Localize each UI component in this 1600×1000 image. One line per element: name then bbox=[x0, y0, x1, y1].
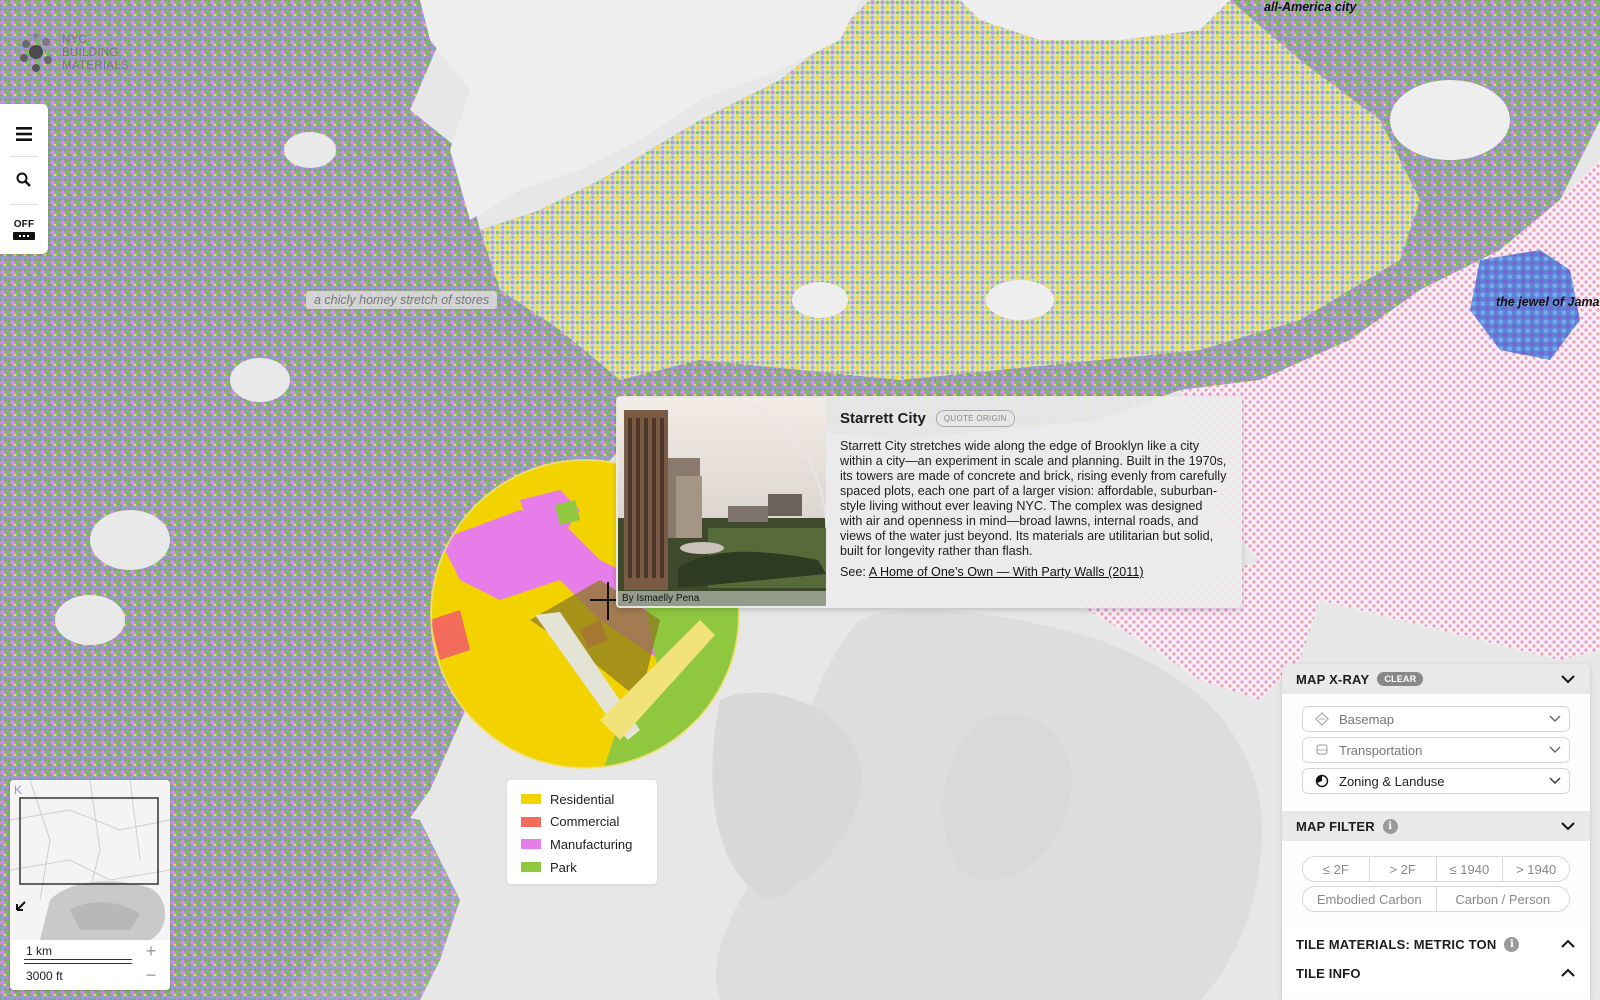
layer-dropdown-basemap[interactable]: Basemap bbox=[1302, 706, 1570, 732]
filter-pill[interactable]: > 2F bbox=[1369, 856, 1437, 882]
quote-origin-button[interactable]: QUOTE ORIGIN bbox=[935, 410, 1015, 427]
popup-title-row: Starrett City QUOTE ORIGIN bbox=[840, 410, 1228, 427]
map-xray-header[interactable]: MAP X-RAY CLEAR bbox=[1282, 664, 1590, 694]
map-quote-label[interactable]: all-America city bbox=[1256, 0, 1364, 16]
filter-pill-row: ≤ 2F > 2F ≤ 1940 > 1940 bbox=[1302, 856, 1570, 882]
popup-title: Starrett City bbox=[840, 410, 926, 427]
legend-item-park: Park bbox=[521, 856, 643, 879]
see-link[interactable]: A Home of One’s Own — With Party Walls (… bbox=[869, 565, 1144, 579]
legend-item-manufacturing: Manufacturing bbox=[521, 833, 643, 856]
popup-description: Starrett City stretches wide along the e… bbox=[840, 439, 1227, 558]
search-icon bbox=[16, 172, 31, 187]
search-button[interactable] bbox=[0, 160, 48, 200]
legend-label: Park bbox=[550, 859, 577, 875]
see-label: See: bbox=[840, 565, 866, 579]
legend-label: Manufacturing bbox=[550, 836, 633, 852]
logo-mark-icon bbox=[15, 33, 57, 72]
control-panel: MAP X-RAY CLEAR Basemap Transportation Z… bbox=[1282, 664, 1590, 1000]
layer-label: Transportation bbox=[1339, 742, 1423, 758]
filter-pill[interactable]: > 1940 bbox=[1503, 856, 1570, 882]
map-quote-label[interactable]: the jewel of Jamaic bbox=[1488, 293, 1600, 311]
tile-info-title: TILE INFO bbox=[1296, 965, 1361, 981]
zoning-icon bbox=[1315, 774, 1329, 788]
legend-swatch bbox=[521, 794, 541, 805]
zoom-out-button[interactable]: − bbox=[138, 964, 164, 986]
layer-label: Zoning & Landuse bbox=[1339, 773, 1445, 789]
chevron-down-icon bbox=[1561, 675, 1575, 684]
chevron-down-icon bbox=[1549, 715, 1561, 722]
info-icon[interactable]: i bbox=[1504, 936, 1520, 952]
layer-dropdown-transportation[interactable]: Transportation bbox=[1302, 737, 1570, 763]
chevron-down-icon bbox=[1549, 777, 1561, 784]
layer-dropdown-zoning[interactable]: Zoning & Landuse bbox=[1302, 768, 1570, 794]
menu-icon bbox=[16, 127, 32, 141]
layer-label: Basemap bbox=[1339, 711, 1394, 727]
logo-line-1: NYC bbox=[62, 34, 88, 46]
chevron-up-icon bbox=[1561, 939, 1575, 948]
filter-pill[interactable]: Embodied Carbon bbox=[1302, 886, 1437, 912]
filter-pill[interactable]: ≤ 2F bbox=[1302, 856, 1370, 882]
app-logo[interactable]: NYC BUILDING MATERIALS bbox=[14, 30, 129, 76]
tile-info-header[interactable]: TILE INFO bbox=[1282, 958, 1590, 988]
legend-label: Commercial bbox=[550, 814, 620, 830]
photo-credit: By Ismaelly Pena bbox=[618, 591, 826, 606]
toolbar-divider bbox=[10, 156, 38, 157]
legend-swatch bbox=[521, 839, 541, 850]
zoom-in-button[interactable]: + bbox=[138, 940, 164, 962]
filter-pill[interactable]: Carbon / Person bbox=[1436, 886, 1570, 912]
basemap-icon bbox=[1315, 712, 1329, 726]
left-toolbar: OFF bbox=[0, 104, 48, 254]
tile-materials-header[interactable]: TILE MATERIALS: METRIC TON i bbox=[1282, 929, 1590, 959]
map-xray-title: MAP X-RAY bbox=[1296, 671, 1370, 687]
place-popup: By Ismaelly Pena Starrett City QUOTE ORI… bbox=[616, 396, 1242, 608]
scale-imperial: 3000 ft bbox=[24, 963, 132, 983]
place-photo: By Ismaelly Pena bbox=[618, 398, 826, 606]
popup-body: Starrett City QUOTE ORIGIN Starrett City… bbox=[840, 410, 1228, 579]
toggle-dots-icon bbox=[13, 231, 35, 240]
logo-line-3: MATERIALS bbox=[62, 60, 130, 72]
chevron-up-icon bbox=[1561, 968, 1575, 977]
minimap-corner-letter: K bbox=[14, 783, 22, 797]
toolbar-divider bbox=[10, 204, 38, 205]
menu-button[interactable] bbox=[0, 114, 48, 154]
toggle-label: OFF bbox=[13, 218, 35, 230]
minimap[interactable]: K 1 km 3000 ft + − bbox=[10, 780, 170, 990]
info-icon[interactable]: i bbox=[1382, 818, 1398, 834]
tile-materials-title: TILE MATERIALS: METRIC TON bbox=[1296, 936, 1497, 952]
zoning-legend: Residential Commercial Manufacturing Par… bbox=[507, 780, 657, 884]
xray-toggle[interactable]: OFF bbox=[0, 210, 48, 248]
chevron-down-icon bbox=[1561, 822, 1575, 831]
logo-text: NYC BUILDING MATERIALS bbox=[62, 34, 129, 73]
minimap-view: K bbox=[10, 780, 170, 940]
legend-item-residential: Residential bbox=[521, 788, 643, 811]
map-quote-label[interactable]: a chicly homey stretch of stores bbox=[306, 291, 498, 309]
legend-swatch bbox=[521, 862, 541, 873]
map-filter-title: MAP FILTER bbox=[1296, 818, 1375, 834]
clear-button[interactable]: CLEAR bbox=[1377, 672, 1424, 686]
chevron-down-icon bbox=[1549, 746, 1561, 753]
scale-bar: 1 km 3000 ft bbox=[24, 944, 132, 983]
legend-swatch bbox=[521, 816, 541, 827]
map-filter-header[interactable]: MAP FILTER i bbox=[1282, 811, 1590, 841]
scale-metric: 1 km bbox=[24, 944, 132, 960]
legend-label: Residential bbox=[550, 791, 615, 807]
filter-pill-row: Embodied Carbon Carbon / Person bbox=[1302, 886, 1570, 912]
popup-see-line: See: A Home of One’s Own — With Party Wa… bbox=[840, 565, 1228, 579]
legend-item-commercial: Commercial bbox=[521, 811, 643, 834]
filter-pill[interactable]: ≤ 1940 bbox=[1436, 856, 1504, 882]
transportation-icon bbox=[1316, 744, 1328, 755]
logo-line-2: BUILDING bbox=[62, 47, 119, 59]
